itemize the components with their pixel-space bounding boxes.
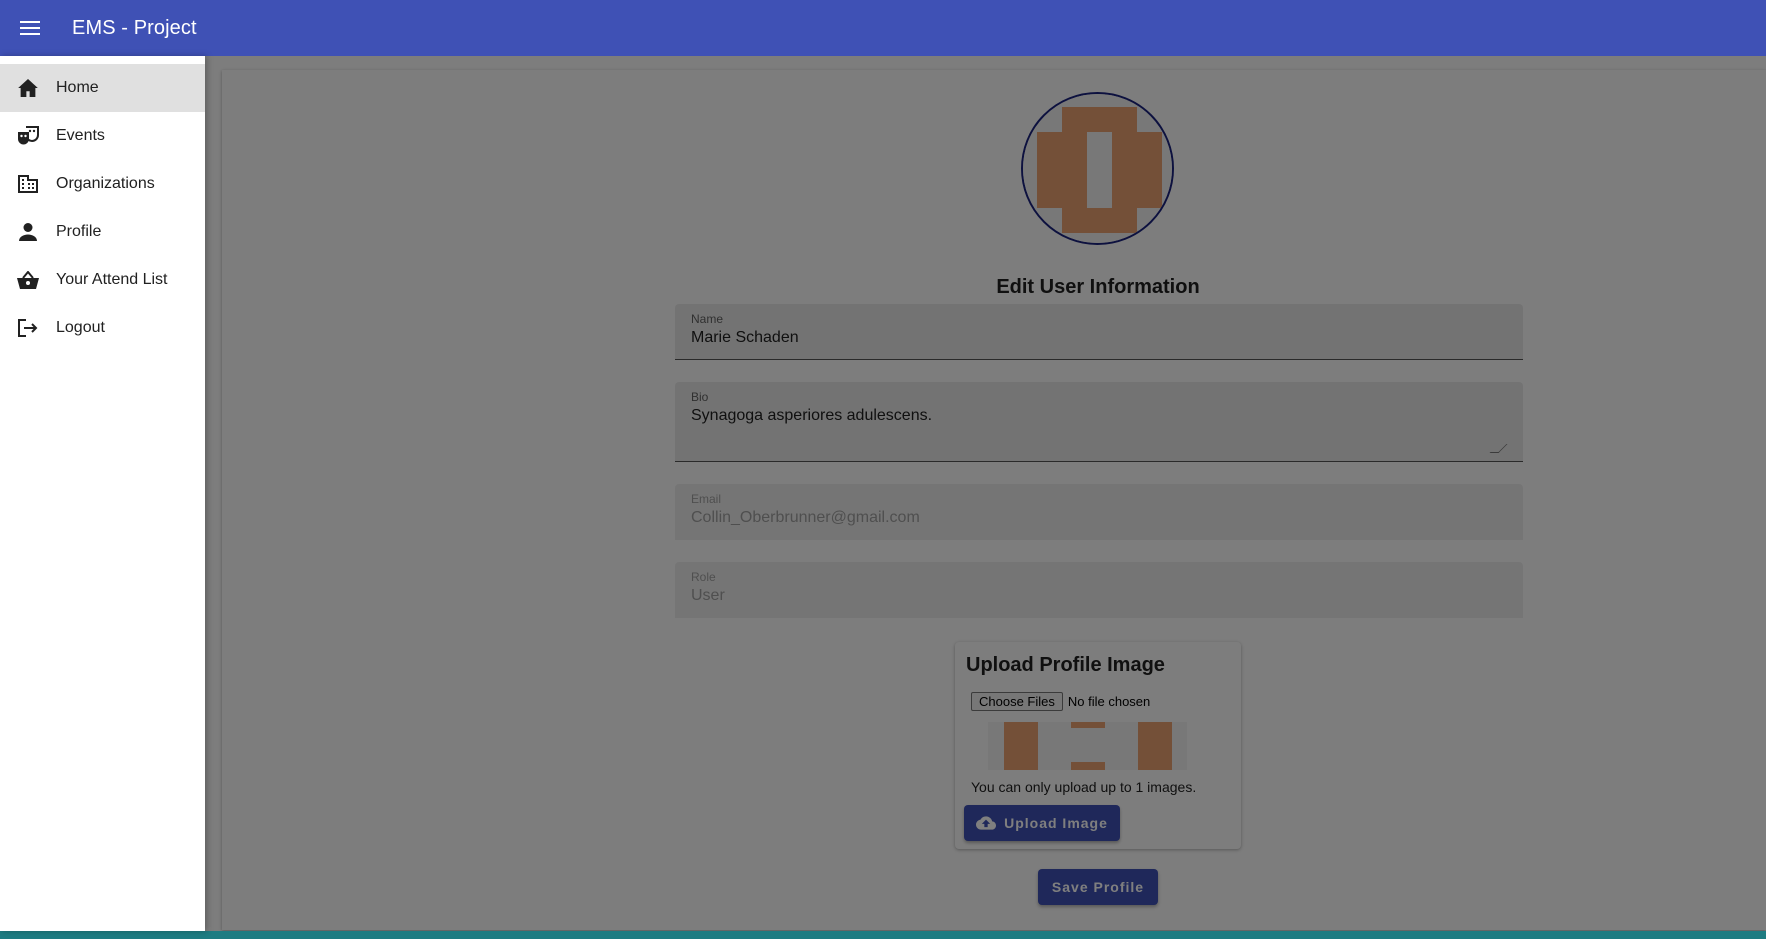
sidebar-item-label: Home: [56, 79, 99, 96]
person-icon: [16, 220, 40, 244]
sidebar-item-organizations[interactable]: Organizations: [0, 160, 205, 208]
sidebar-item-label: Your Attend List: [56, 271, 168, 288]
drawer-backdrop[interactable]: [0, 56, 1766, 931]
bottom-strip: [0, 931, 1766, 939]
sidebar-item-label: Logout: [56, 319, 105, 336]
app-title: EMS - Project: [72, 16, 197, 39]
sidebar-item-label: Organizations: [56, 175, 155, 192]
sidebar-drawer: Home Events Organizations Profile Your A…: [0, 56, 205, 931]
menu-icon[interactable]: [18, 16, 42, 40]
sidebar-item-label: Profile: [56, 223, 102, 240]
building-icon: [16, 172, 40, 196]
basket-icon: [16, 268, 40, 292]
theater-masks-icon: [16, 124, 40, 148]
home-icon: [16, 76, 40, 100]
logout-icon: [16, 316, 40, 340]
sidebar-item-events[interactable]: Events: [0, 112, 205, 160]
sidebar-item-profile[interactable]: Profile: [0, 208, 205, 256]
sidebar-item-home[interactable]: Home: [0, 64, 205, 112]
sidebar-item-logout[interactable]: Logout: [0, 304, 205, 352]
sidebar-item-attend-list[interactable]: Your Attend List: [0, 256, 205, 304]
app-bar: EMS - Project: [0, 0, 1766, 56]
sidebar-item-label: Events: [56, 127, 105, 144]
